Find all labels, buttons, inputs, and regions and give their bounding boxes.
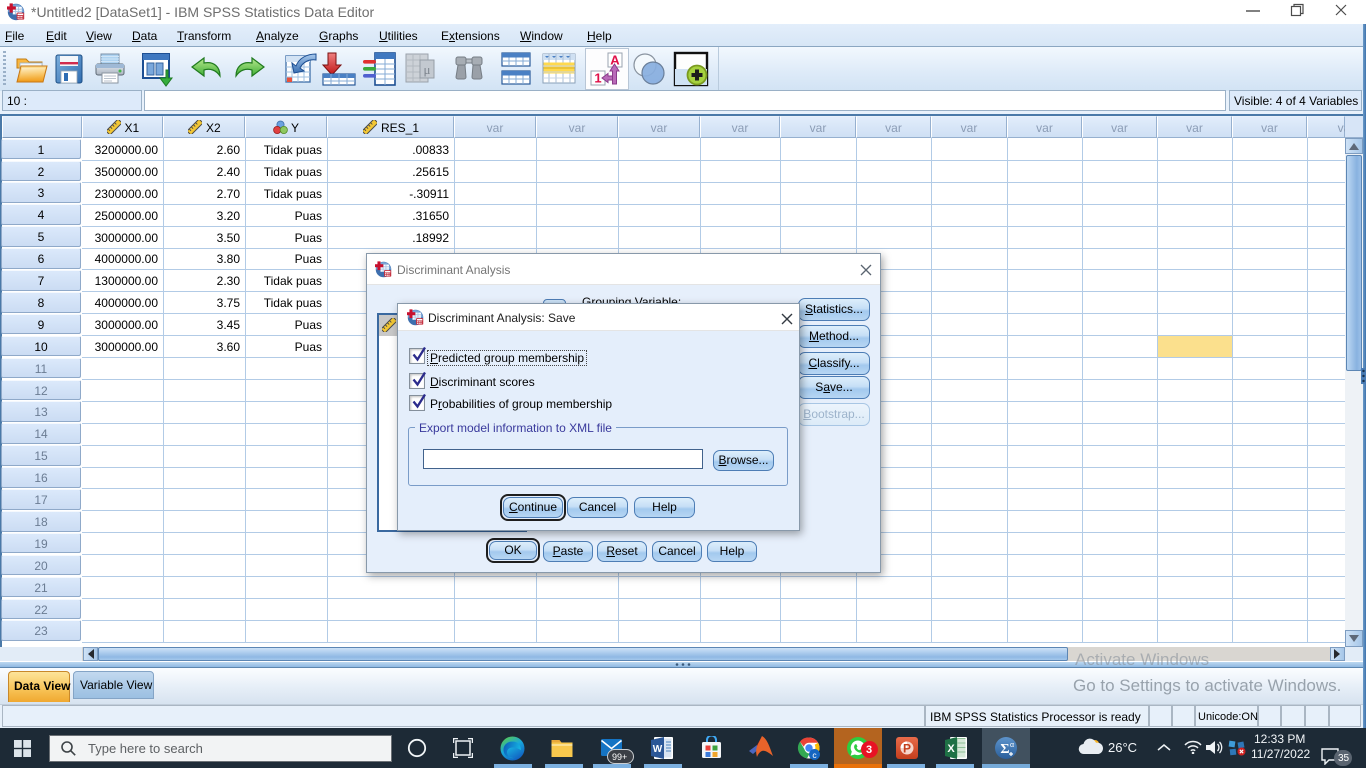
svg-text:μ: μ xyxy=(424,62,431,77)
svg-text:1: 1 xyxy=(594,71,601,86)
svg-text:P: P xyxy=(903,742,911,756)
svg-text:α: α xyxy=(1010,742,1014,749)
svg-text:W: W xyxy=(653,744,663,755)
svg-text:X: X xyxy=(947,743,955,755)
svg-text:Σ: Σ xyxy=(1000,742,1009,757)
